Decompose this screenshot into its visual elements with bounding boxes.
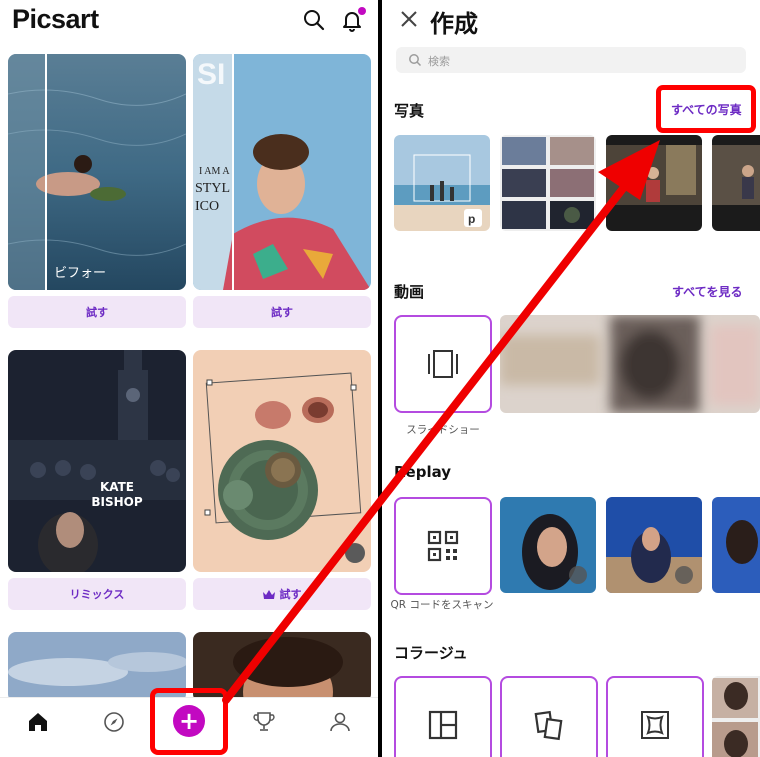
qr-scan-tool[interactable] — [394, 497, 492, 595]
picsart-logo: Picsart — [12, 4, 99, 34]
photo-thumbnail[interactable] — [500, 135, 596, 231]
qr-code-icon — [427, 530, 459, 562]
night-portrait-replay — [606, 497, 702, 593]
try-button-label: 試す — [271, 306, 293, 319]
remix-button-label: リミックス — [69, 588, 125, 601]
search-placeholder: 検索 — [428, 55, 450, 68]
challenges-trophy-icon[interactable] — [250, 708, 278, 736]
qr-scan-label: QR コードをスキャン — [390, 599, 494, 611]
try-button-label: 試す — [86, 306, 108, 319]
search-icon[interactable] — [302, 8, 326, 32]
see-all-videos-link[interactable]: すべてを見る — [672, 283, 742, 300]
replay-thumbnail[interactable] — [606, 497, 702, 593]
frame-layout-icon — [641, 711, 669, 739]
page-title: 作成 — [430, 10, 478, 38]
try-premium-button[interactable]: 試す — [193, 578, 371, 610]
home-header: Picsart — [0, 0, 378, 40]
child-street-photo — [606, 135, 702, 231]
collage-thumbnail[interactable] — [712, 676, 760, 757]
search-icon — [409, 54, 422, 67]
home-icon[interactable] — [24, 708, 52, 736]
beach-family-photo: p — [394, 135, 490, 231]
all-photos-link[interactable]: すべての写真 — [671, 101, 742, 118]
slideshow-icon — [428, 350, 458, 378]
close-icon[interactable] — [398, 8, 420, 30]
collage-grid-tool[interactable] — [394, 676, 492, 757]
colorful-shirt-portrait-image: I AM A STYL ICO SI — [193, 54, 371, 290]
before-label: ビフォー — [54, 266, 107, 281]
try-button[interactable]: 試す — [193, 296, 371, 328]
water-portrait-image — [8, 54, 186, 290]
collage-frame-tool[interactable] — [606, 676, 704, 757]
profile-icon[interactable] — [326, 708, 354, 736]
svg-text:p: p — [468, 212, 475, 226]
pottery-image — [193, 350, 371, 572]
photos-section-title: 写真 — [394, 102, 425, 120]
remix-button[interactable]: リミックス — [8, 578, 186, 610]
replay-thumbnail[interactable] — [712, 497, 760, 593]
blue-portrait-replay — [500, 497, 596, 593]
card-pottery[interactable] — [193, 350, 371, 572]
kate-bishop-title: KATE BISHOP — [91, 480, 143, 509]
photo-thumbnail[interactable] — [606, 135, 702, 231]
explore-icon[interactable] — [100, 708, 128, 736]
photo-thumbnail[interactable] — [712, 135, 760, 231]
blurred-video-preview — [500, 315, 760, 413]
svg-text:STYL: STYL — [195, 181, 230, 196]
slideshow-label: スライドショー — [406, 424, 480, 436]
crown-icon — [262, 589, 275, 599]
try-button[interactable]: 試す — [8, 296, 186, 328]
notification-badge — [358, 7, 366, 15]
replay-thumbnail[interactable] — [500, 497, 596, 593]
replay-section-title: Replay — [394, 463, 452, 481]
blue-dress-replay — [712, 497, 760, 593]
collage-grid-photo — [500, 135, 596, 231]
svg-text:ICO: ICO — [195, 199, 219, 214]
search-input[interactable]: 検索 — [396, 47, 746, 73]
try-premium-button-label: 試す — [279, 588, 302, 601]
freestyle-layout-icon — [534, 710, 563, 741]
videos-section-title: 動画 — [394, 283, 425, 301]
grid-layout-icon — [428, 710, 458, 740]
home-screen: Picsart ビフォー 試す I AM A STYL ICO SI 試す KA… — [0, 0, 378, 757]
child-photo — [712, 135, 760, 231]
card-kate-poster[interactable]: KATE BISHOP — [8, 350, 186, 572]
slideshow-tool[interactable] — [394, 315, 492, 413]
create-screen: 作成 検索 写真 すべての写真 p 動画 すべてを見る スライドショー Repl… — [382, 0, 760, 757]
svg-text:SI: SI — [197, 58, 225, 91]
create-plus-button[interactable]: + — [173, 705, 205, 737]
card-before-after[interactable]: ビフォー — [8, 54, 186, 290]
svg-text:I AM A: I AM A — [199, 166, 230, 177]
collage-freestyle-tool[interactable] — [500, 676, 598, 757]
collage-section-title: コラージュ — [394, 644, 468, 662]
faces-collage-image — [712, 676, 760, 757]
video-thumbnail-blurred[interactable] — [500, 315, 760, 413]
card-style-portrait[interactable]: I AM A STYL ICO SI — [193, 54, 371, 290]
poster-image — [8, 350, 186, 572]
screenshot-composite: Picsart ビフォー 試す I AM A STYL ICO SI 試す KA… — [0, 0, 760, 757]
photo-thumbnail[interactable]: p — [394, 135, 490, 231]
